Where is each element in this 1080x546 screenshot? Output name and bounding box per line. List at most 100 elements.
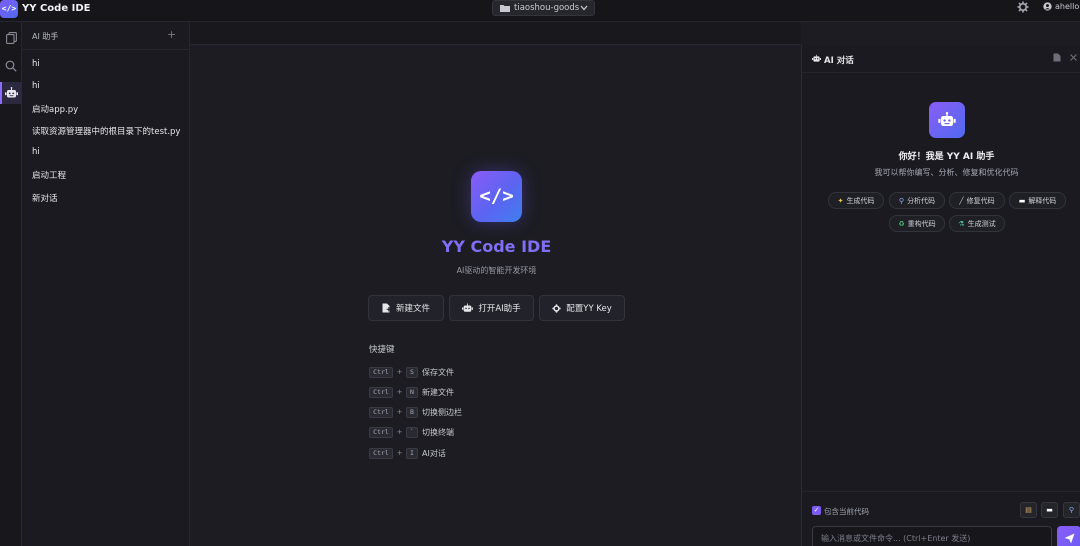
robot-icon [938,112,956,126]
assistant-capabilities: 我可以帮你编写、分析、修复和优化代码 [874,168,1019,177]
search-icon [5,60,17,72]
shortcut-label: 新建文件 [422,387,454,397]
quick-action-fix-code[interactable]: ╱ 修复代码 [949,192,1005,209]
magnifier-icon: ⚲ [1068,506,1075,514]
sidebar-header: AI 助手 + [22,22,190,50]
shortcut-plus: + [396,368,403,376]
folder-icon [500,5,510,12]
welcome-logo-icon: </> [471,171,522,222]
shortcut-row: Ctrl + B 切换侧边栏 [369,406,462,418]
quick-action-refactor-code[interactable]: ♻ 重构代码 [889,215,945,232]
add-chat-button[interactable]: + [167,28,176,41]
ai-chat-history-sidebar: AI 助手 + hi hi 启动app.py 读取资源管理器中的根目录下的tes… [22,22,190,546]
project-selector[interactable]: tiaoshou-goods [492,0,595,16]
title-bar: </> YY Code IDE tiaoshou-goods ahello [0,0,1080,22]
gear-icon[interactable] [1017,1,1029,13]
chevron-down-icon [580,5,588,11]
shortcut-row: Ctrl + N 新建文件 [369,386,454,398]
chat-history-item[interactable]: hi [32,147,184,157]
shortcut-label: 切换侧边栏 [422,407,462,417]
chat-history-item[interactable]: hi [32,59,184,69]
shortcut-modifier-key: Ctrl [369,386,393,398]
welcome-subtitle: AI驱动的智能开发环境 [456,266,537,275]
user-icon[interactable] [1043,2,1052,11]
shortcut-modifier-key: Ctrl [369,447,393,459]
shortcut-modifier-key: Ctrl [369,406,393,418]
user-name[interactable]: ahello [1055,2,1079,11]
clipboard-button[interactable]: ▤ [1020,502,1037,518]
send-icon [1064,533,1074,543]
editor-tab-strip [190,22,801,45]
shortcut-key: I [406,447,418,459]
sparkle-icon: ✦ [837,196,844,205]
quick-action-generate-tests[interactable]: ⚗ 生成测试 [949,215,1005,232]
shortcut-key: S [406,366,418,378]
quick-action-label: 分析代码 [907,196,936,205]
open-ai-assistant-button[interactable]: 打开AI助手 [449,295,534,321]
quick-action-label: 重构代码 [907,219,936,228]
project-name: tiaoshou-goods [514,3,580,13]
book-icon: ▬ [1046,506,1053,514]
include-code-label: 包含当前代码 [824,507,869,516]
shortcut-plus: + [396,428,403,436]
chat-history-item[interactable]: 启动app.py [32,103,184,115]
files-icon [5,32,17,44]
app-title: YY Code IDE [22,3,91,14]
chat-history-item[interactable]: 新对话 [32,192,184,204]
shortcut-plus: + [396,408,403,416]
shortcut-modifier-key: Ctrl [369,366,393,378]
shortcut-plus: + [396,388,403,396]
shortcut-label: 保存文件 [422,367,454,377]
welcome-title: YY Code IDE [441,237,552,256]
shortcut-label: 切换终端 [422,427,454,437]
sidebar-title: AI 助手 [32,32,59,41]
open-ai-label: 打开AI助手 [478,304,521,314]
quick-action-label: 生成测试 [967,219,996,228]
clipboard-icon: ▤ [1025,506,1032,514]
chat-panel-title: AI 对话 [824,56,854,66]
shortcuts-title: 快捷键 [369,345,395,355]
new-file-button[interactable]: 新建文件 [368,295,444,321]
chat-input-area: ✓ 包含当前代码 ▤ ▬ ⚲ [802,491,1080,546]
include-code-checkbox[interactable]: ✓ [812,506,821,515]
flask-icon: ⚗ [958,219,965,228]
wrench-icon: ╱ [959,196,964,205]
gear-icon [552,303,561,313]
analyze-button[interactable]: ⚲ [1063,502,1080,518]
shortcut-plus: + [396,449,403,457]
shortcut-row: Ctrl + S 保存文件 [369,366,454,378]
robot-icon [462,303,474,312]
chat-history-item[interactable]: hi [32,81,184,91]
quick-action-label: 解释代码 [1028,196,1057,205]
quick-action-label: 生成代码 [846,196,875,205]
configure-key-button[interactable]: 配置YY Key [539,295,625,321]
clear-chat-icon[interactable] [1053,53,1061,62]
app-logo-icon: </> [0,0,18,18]
close-icon[interactable] [1070,54,1077,61]
shortcut-row: Ctrl + ` 切换终端 [369,426,454,438]
activity-search[interactable] [0,55,22,77]
quick-action-explain-code[interactable]: ▬ 解释代码 [1009,192,1066,209]
shortcut-key: B [406,406,418,418]
quick-action-label: 修复代码 [966,196,995,205]
robot-icon [4,87,18,98]
configure-key-label: 配置YY Key [566,304,612,314]
shortcut-modifier-key: Ctrl [369,426,393,438]
chat-history-item[interactable]: 读取资源管理器中的根目录下的test.py [32,125,184,137]
quick-action-analyze-code[interactable]: ⚲ 分析代码 [889,192,945,209]
shortcut-key: ` [406,426,418,438]
chat-history-item[interactable]: 启动工程 [32,169,184,181]
explain-button[interactable]: ▬ [1041,502,1058,518]
activity-ai-assistant[interactable] [0,82,22,104]
recycle-icon: ♻ [898,219,905,228]
send-button[interactable] [1057,526,1080,546]
ai-chat-panel: AI 对话 你好！我是 YY AI 助手 我可以帮你编写、分析、修复和优化代码 … [801,45,1080,546]
robot-icon [812,54,821,62]
activity-bar [0,22,22,546]
chat-message-input[interactable] [812,526,1052,546]
assistant-avatar [929,102,965,138]
quick-action-generate-code[interactable]: ✦ 生成代码 [828,192,884,209]
activity-explorer[interactable] [0,27,22,49]
new-file-label: 新建文件 [395,304,430,314]
chat-panel-header: AI 对话 [802,45,1080,73]
